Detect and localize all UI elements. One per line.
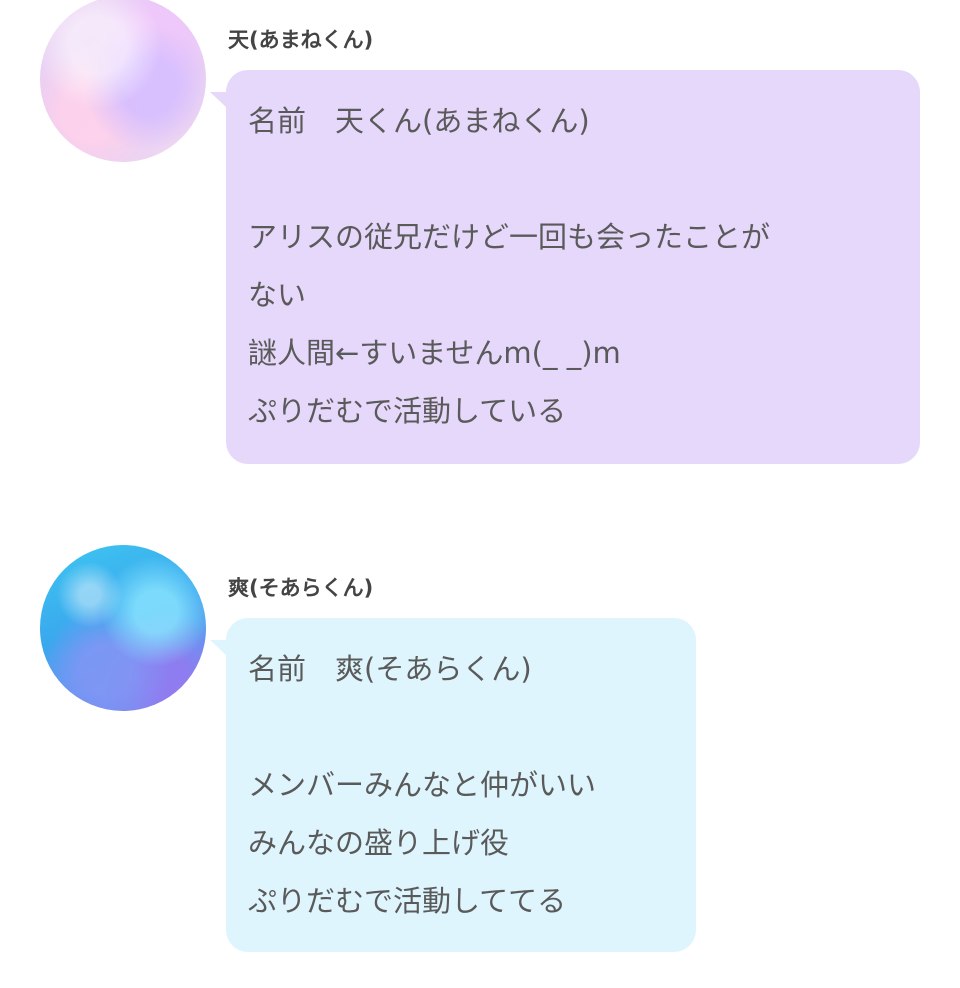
message-line (248, 150, 898, 208)
sender-name: 天(あまねくん) (228, 28, 374, 52)
message-line: 名前 天くん(あまねくん) (248, 104, 590, 138)
message-line: みんなの盛り上げ役 (248, 826, 510, 860)
sender-name: 爽(そあらくん) (228, 576, 374, 600)
message-line: ぷりだむで活動している (248, 394, 567, 428)
message-bubble: 名前 爽(そあらくん) メンバーみんなと仲がいい みんなの盛り上げ役 ぷりだむで… (210, 618, 696, 952)
message-line: 謎人間←すいませんm(_ _)m (248, 336, 621, 370)
message-line: ぷりだむで活動しててる (248, 884, 567, 918)
avatar[interactable] (40, 545, 206, 711)
message-line: メンバーみんなと仲がいい (248, 768, 597, 802)
message-line: 名前 爽(そあらくん) (248, 652, 532, 686)
message-line (248, 698, 674, 756)
message-line: アリスの従兄だけど一回も会ったことが (248, 220, 771, 254)
avatar[interactable] (40, 0, 206, 162)
message-line: ない (248, 278, 307, 312)
message-bubble: 名前 天くん(あまねくん) アリスの従兄だけど一回も会ったことが ない 謎人間←… (210, 70, 920, 464)
